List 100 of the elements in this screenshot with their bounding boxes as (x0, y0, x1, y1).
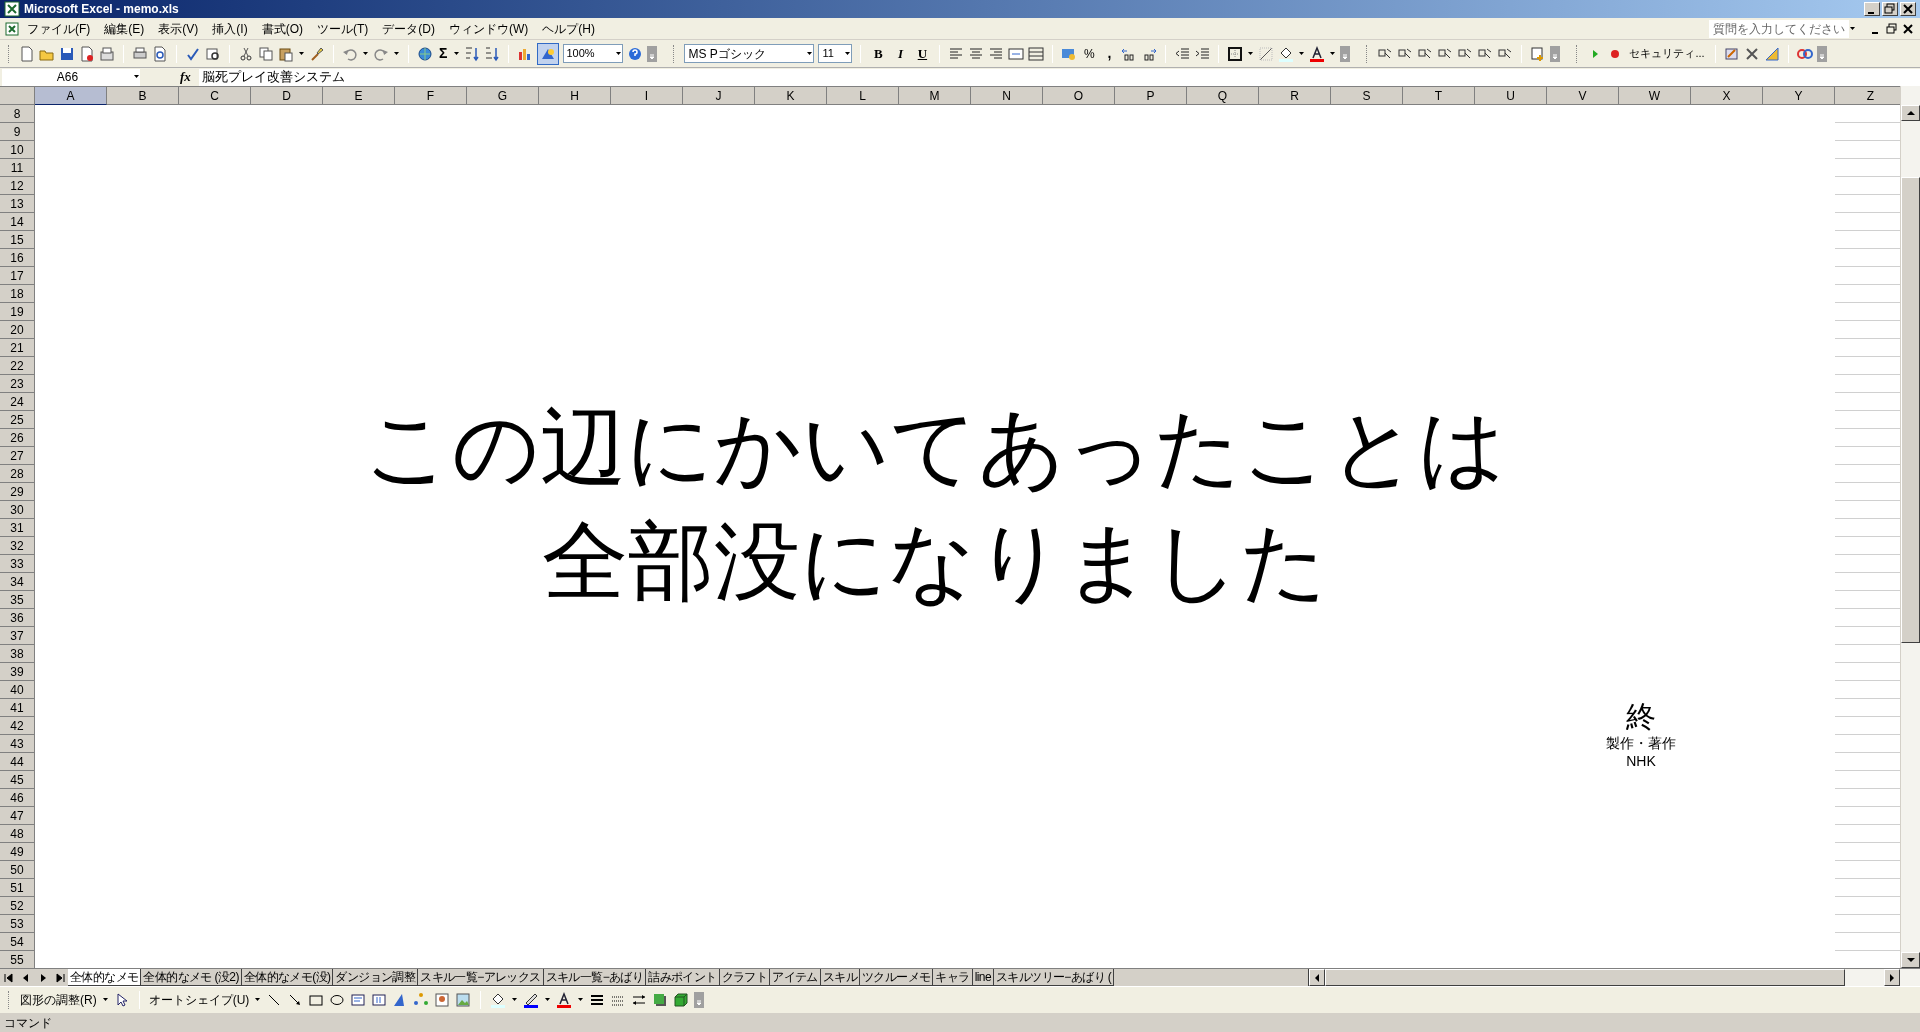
column-header[interactable]: V (1547, 87, 1619, 105)
column-header[interactable]: M (899, 87, 971, 105)
row-header[interactable]: 17 (0, 267, 35, 285)
row-header[interactable]: 14 (0, 213, 35, 231)
row-header[interactable]: 25 (0, 411, 35, 429)
sheet-tab[interactable]: line (971, 969, 994, 986)
row-header[interactable]: 39 (0, 663, 35, 681)
decrease-indent-icon[interactable] (1174, 45, 1191, 62)
sheet-tab[interactable]: スキル一覧−アレックス (417, 969, 544, 986)
restore-button[interactable] (1882, 1, 1898, 17)
row-header[interactable]: 54 (0, 933, 35, 951)
3d-style-icon[interactable] (673, 991, 690, 1008)
font-color-icon[interactable] (1309, 45, 1326, 62)
column-header[interactable]: N (971, 87, 1043, 105)
sheet-tab[interactable]: ダンジョン調整 (332, 969, 419, 986)
security-button[interactable]: セキュリティ... (1627, 45, 1707, 62)
row-header[interactable]: 48 (0, 825, 35, 843)
column-header[interactable]: E (323, 87, 395, 105)
line-color-icon[interactable] (523, 991, 540, 1008)
brush-icon[interactable] (309, 45, 325, 62)
toolbar-options-icon[interactable] (1550, 45, 1561, 62)
row-header[interactable]: 16 (0, 249, 35, 267)
column-header[interactable]: Z (1835, 87, 1900, 105)
row-header[interactable]: 32 (0, 537, 35, 555)
row-header[interactable]: 51 (0, 879, 35, 897)
menu-item[interactable]: 挿入(I) (205, 19, 255, 38)
toolbar-options-icon[interactable] (647, 45, 658, 62)
diagonal-border-icon[interactable] (1258, 45, 1275, 62)
row-header[interactable]: 30 (0, 501, 35, 519)
sheet-tab[interactable]: キャラ (932, 969, 973, 986)
column-header[interactable]: L (827, 87, 899, 105)
column-header[interactable]: S (1331, 87, 1403, 105)
row-header[interactable]: 29 (0, 483, 35, 501)
row-header[interactable]: 50 (0, 861, 35, 879)
row-header[interactable]: 22 (0, 357, 35, 375)
column-header[interactable]: G (467, 87, 539, 105)
help-search-field[interactable]: 質問を入力してください (1709, 19, 1849, 38)
row-header[interactable]: 13 (0, 195, 35, 213)
align-right-icon[interactable] (988, 45, 1005, 62)
sheet-tab[interactable]: アイテム (769, 969, 821, 986)
column-header[interactable]: J (683, 87, 755, 105)
fill-bucket-icon[interactable] (490, 991, 507, 1008)
copy-icon[interactable] (258, 45, 274, 62)
underline-button[interactable]: U (913, 43, 932, 64)
font-name-dropdown[interactable]: MS Pゴシック (684, 44, 815, 63)
new-document-icon[interactable] (19, 45, 35, 62)
menu-item[interactable]: ウィンドウ(W) (442, 19, 536, 38)
menu-item[interactable]: 表示(V) (151, 19, 206, 38)
row-header[interactable]: 11 (0, 159, 35, 177)
row-header[interactable]: 49 (0, 843, 35, 861)
sheet-tab[interactable]: 全体的なメモ (没2) (140, 969, 242, 986)
scissors-icon[interactable] (238, 45, 254, 62)
row-header[interactable]: 42 (0, 717, 35, 735)
row-header[interactable]: 41 (0, 699, 35, 717)
row-header[interactable]: 19 (0, 303, 35, 321)
column-header[interactable]: Q (1187, 87, 1259, 105)
sort-descending-icon[interactable] (484, 45, 501, 62)
diagram-icon[interactable] (413, 991, 430, 1008)
row-header[interactable]: 15 (0, 231, 35, 249)
row-header[interactable]: 40 (0, 681, 35, 699)
column-header[interactable]: B (107, 87, 179, 105)
menu-item[interactable]: 書式(O) (254, 19, 310, 38)
help-icon[interactable] (627, 45, 644, 62)
row-header[interactable]: 31 (0, 519, 35, 537)
increase-indent-icon[interactable] (1194, 45, 1211, 62)
percent-button[interactable]: % (1081, 44, 1098, 63)
research-icon[interactable] (205, 45, 221, 62)
row-header[interactable]: 23 (0, 375, 35, 393)
bold-button[interactable]: B (869, 43, 888, 64)
column-header[interactable]: A (35, 87, 107, 105)
column-header[interactable]: T (1403, 87, 1475, 105)
row-header[interactable]: 35 (0, 591, 35, 609)
row-header[interactable]: 9 (0, 123, 35, 141)
scroll-thumb[interactable] (1325, 969, 1845, 986)
sort-ascending-icon[interactable] (464, 45, 481, 62)
sheet-tab[interactable]: スキルツリー−あばり ( (992, 969, 1115, 986)
row-header[interactable]: 53 (0, 915, 35, 933)
vertical-text-box-icon[interactable] (371, 991, 388, 1008)
row-header[interactable]: 33 (0, 555, 35, 573)
row-header[interactable]: 52 (0, 897, 35, 915)
scroll-thumb[interactable] (1901, 177, 1920, 643)
column-header[interactable]: K (755, 87, 827, 105)
align-center-icon[interactable] (968, 45, 985, 62)
row-header[interactable]: 36 (0, 609, 35, 627)
column-header[interactable]: X (1691, 87, 1763, 105)
menu-item[interactable]: ヘルプ(H) (535, 19, 602, 38)
align-left-icon[interactable] (948, 45, 965, 62)
sheet-tab[interactable]: 全体的なメモ(没) (240, 969, 334, 986)
zoom-dropdown[interactable]: 100% (563, 44, 624, 63)
print-icon[interactable] (132, 45, 148, 62)
row-header[interactable]: 26 (0, 429, 35, 447)
row-header[interactable]: 55 (0, 951, 35, 968)
font-color-icon[interactable] (556, 991, 573, 1008)
comma-button[interactable]: , (1101, 43, 1118, 64)
print-preview-icon[interactable] (152, 45, 168, 62)
fill-bucket-icon[interactable] (1278, 45, 1295, 62)
clipboard-icon[interactable] (278, 45, 294, 62)
row-header[interactable]: 34 (0, 573, 35, 591)
save-icon[interactable] (59, 45, 75, 62)
sheet-tab[interactable]: 全体的なメモ (68, 969, 142, 986)
